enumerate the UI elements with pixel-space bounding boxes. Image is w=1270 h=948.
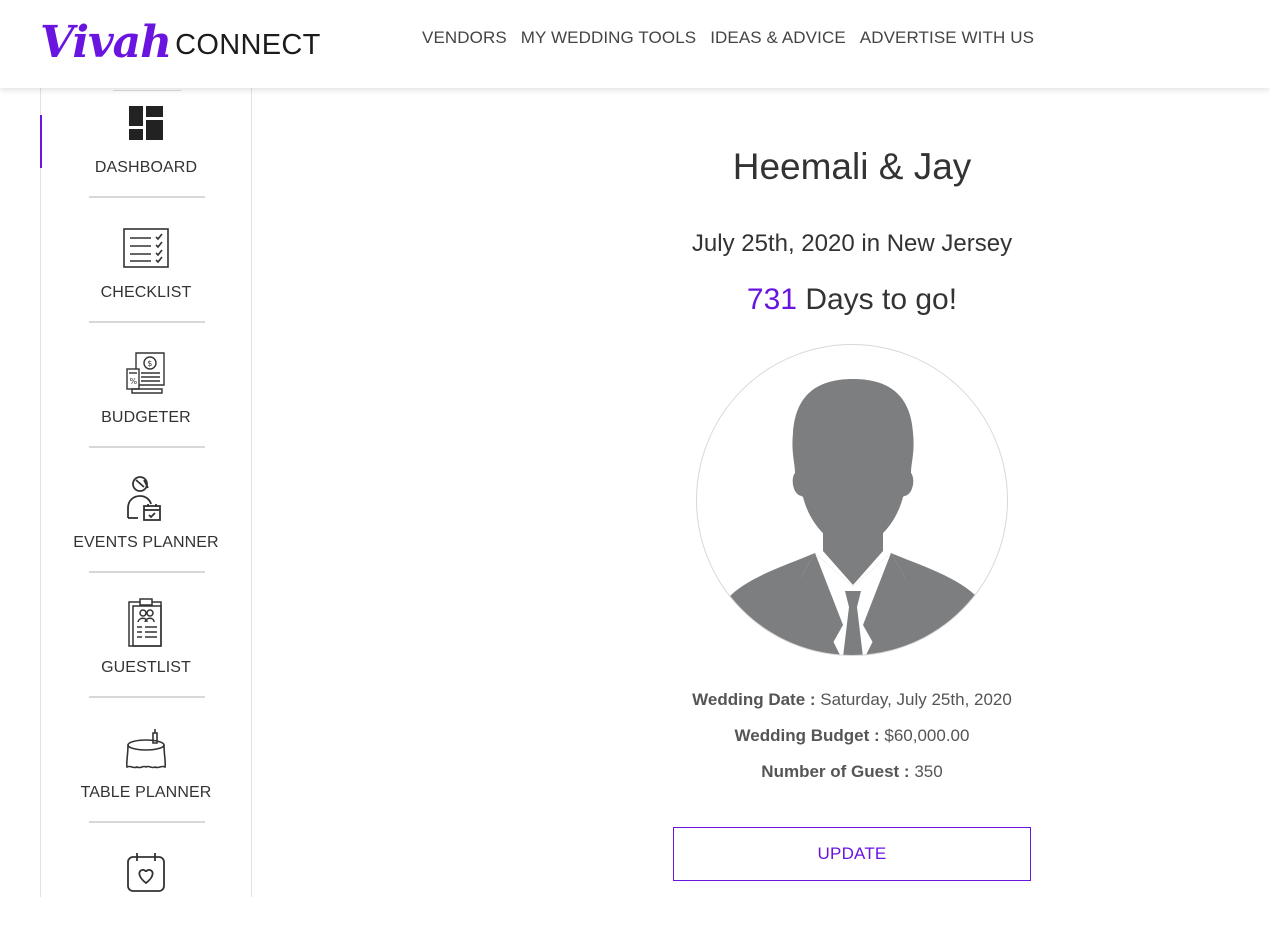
days-suffix: Days to go! — [805, 283, 958, 316]
sidebar-item-label: TABLE PLANNER — [80, 784, 212, 801]
wedding-date-place: July 25th, 2020 in New Jersey — [691, 230, 1013, 257]
logo-script: Vivah — [40, 17, 172, 68]
sidebar-item-budgeter[interactable]: $ % BUDGETER — [41, 323, 251, 448]
sidebar-item-calendar[interactable] — [41, 823, 251, 948]
days-count: 731 — [746, 283, 797, 316]
sidebar: DASHBOARD CHECKLIST $ % BUDGETER EVENTS … — [40, 88, 252, 897]
main-nav: VENDORS MY WEDDING TOOLS IDEAS & ADVICE … — [415, 26, 1041, 50]
avatar[interactable] — [696, 344, 1008, 656]
nav-vendors[interactable]: VENDORS — [415, 26, 514, 50]
sidebar-item-guestlist[interactable]: GUESTLIST — [41, 573, 251, 698]
person-silhouette-icon — [727, 379, 979, 655]
wedding-date-row: Wedding Date : Saturday, July 25th, 2020 — [252, 690, 1270, 710]
table-planner-icon — [122, 724, 170, 772]
sidebar-item-label: GUESTLIST — [101, 659, 191, 676]
wedding-date-label: Wedding Date : — [692, 690, 816, 709]
nav-my-wedding-tools[interactable]: MY WEDDING TOOLS — [514, 26, 703, 50]
nav-ideas-advice[interactable]: IDEAS & ADVICE — [703, 26, 853, 50]
logo[interactable]: Vivah CONNECT — [40, 12, 321, 68]
wedding-budget-row: Wedding Budget : $60,000.00 — [252, 726, 1270, 746]
guest-count-row: Number of Guest : 350 — [252, 762, 1270, 782]
update-button[interactable]: UPDATE — [673, 827, 1031, 881]
couple-names: Heemali & Jay — [732, 146, 972, 187]
wedding-budget-value: $60,000.00 — [884, 726, 970, 745]
events-planner-icon — [122, 474, 170, 522]
guest-count-label: Number of Guest : — [761, 762, 910, 781]
sidebar-item-table-planner[interactable]: TABLE PLANNER — [41, 698, 251, 823]
sidebar-item-label: EVENTS PLANNER — [73, 534, 219, 551]
sidebar-item-checklist[interactable]: CHECKLIST — [41, 198, 251, 323]
guest-count-value: 350 — [914, 762, 943, 781]
sidebar-item-events-planner[interactable]: EVENTS PLANNER — [41, 448, 251, 573]
sidebar-item-label: DASHBOARD — [94, 159, 198, 176]
wedding-date-value: Saturday, July 25th, 2020 — [820, 690, 1012, 709]
budget-icon: $ % — [122, 349, 170, 397]
dashboard-icon — [122, 99, 170, 147]
calendar-heart-icon — [122, 849, 170, 897]
sidebar-item-dashboard[interactable]: DASHBOARD — [41, 73, 251, 198]
wedding-budget-label: Wedding Budget : — [734, 726, 880, 745]
logo-wordmark: CONNECT — [175, 29, 321, 61]
sidebar-item-label: CHECKLIST — [100, 284, 192, 301]
svg-text:%: % — [130, 377, 138, 386]
svg-text:$: $ — [147, 359, 152, 368]
sidebar-item-label: BUDGETER — [101, 409, 191, 426]
nav-advertise[interactable]: ADVERTISE WITH US — [853, 26, 1041, 50]
checklist-icon — [122, 224, 170, 272]
guestlist-icon — [122, 598, 170, 647]
top-header: Vivah CONNECT VENDORS MY WEDDING TOOLS I… — [0, 0, 1270, 88]
countdown: 731 Days to go! — [252, 283, 1270, 317]
